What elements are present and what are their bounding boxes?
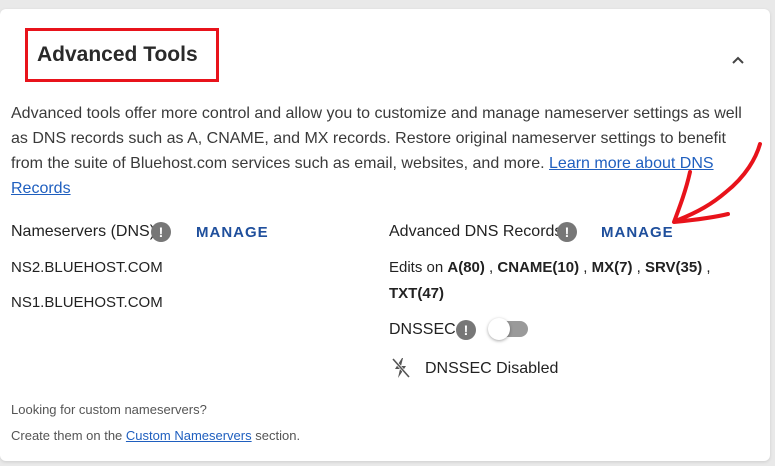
- record-count-mx: MX(7): [591, 259, 633, 276]
- section-description: Advanced tools offer more control and al…: [11, 101, 761, 201]
- footer-hint: Looking for custom nameservers?: [11, 402, 207, 417]
- nameserver-item: NS2.BLUEHOST.COM: [11, 259, 163, 276]
- lightning-off-icon: [391, 358, 411, 378]
- dns-records-edits: Edits on A(80) , CNAME(10) , MX(7) , SRV…: [389, 259, 711, 302]
- dnssec-toggle[interactable]: [488, 318, 528, 340]
- record-count-a: A(80): [447, 259, 485, 276]
- chevron-up-icon: [732, 56, 744, 64]
- dnssec-status: DNSSEC Disabled: [425, 360, 559, 377]
- record-count-srv: SRV(35): [644, 259, 703, 276]
- nameservers-info-icon[interactable]: !: [151, 222, 171, 242]
- record-count-cname: CNAME(10): [497, 259, 580, 276]
- dns-records-info-icon[interactable]: !: [557, 222, 577, 242]
- custom-nameservers-link[interactable]: Custom Nameservers: [126, 428, 252, 443]
- collapse-button[interactable]: [727, 49, 749, 71]
- dns-records-label: Advanced DNS Records: [389, 223, 563, 240]
- nameservers-label: Nameservers (DNS): [11, 223, 156, 240]
- nameserver-item: NS1.BLUEHOST.COM: [11, 294, 163, 311]
- nameservers-manage-button[interactable]: MANAGE: [196, 224, 269, 241]
- edits-prefix: Edits on: [389, 259, 444, 276]
- dnssec-info-icon[interactable]: !: [456, 320, 476, 340]
- toggle-knob: [488, 318, 510, 340]
- footer-suffix: section.: [255, 428, 301, 443]
- section-title: Advanced Tools: [37, 43, 198, 66]
- record-count-txt: TXT(47): [389, 285, 445, 302]
- dns-records-manage-button[interactable]: MANAGE: [601, 224, 674, 241]
- footer-custom-ns: Create them on the Custom Nameservers se…: [11, 428, 300, 443]
- dnssec-label: DNSSEC: [389, 321, 456, 338]
- footer-prefix: Create them on the: [11, 428, 123, 443]
